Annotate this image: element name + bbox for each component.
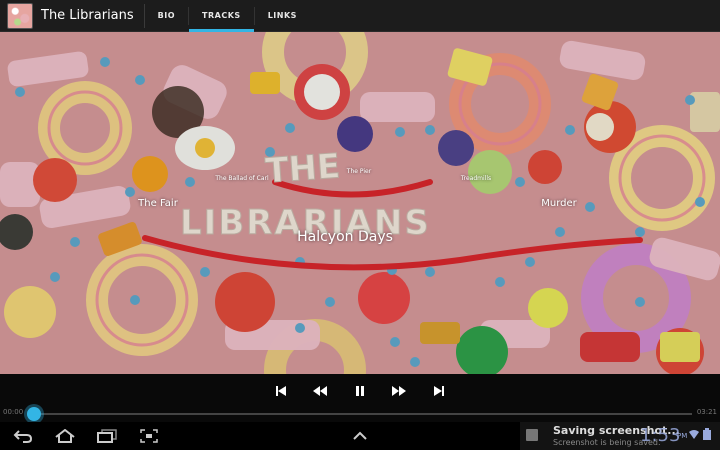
pause-button[interactable] xyxy=(347,380,373,402)
skip-previous-icon xyxy=(276,386,286,396)
action-bar: The Librarians BIO TRACKS LINKS xyxy=(0,0,720,32)
wifi-icon xyxy=(689,430,699,439)
skip-next-button[interactable] xyxy=(426,380,452,402)
skip-next-icon xyxy=(434,386,444,396)
track-halcyon-days[interactable]: Halcyon Days xyxy=(297,229,393,245)
track-the-pier[interactable]: The Pier xyxy=(347,168,371,175)
status-clock: 1:53 xyxy=(640,425,681,446)
home-icon xyxy=(55,429,75,443)
track-murder[interactable]: Murder xyxy=(541,198,577,209)
recent-apps-button[interactable] xyxy=(94,426,120,446)
skip-previous-button[interactable] xyxy=(268,380,294,402)
system-nav-bar: Saving screenshot... Screenshot is being… xyxy=(0,422,720,450)
show-more-button[interactable] xyxy=(350,426,370,446)
fast-forward-button[interactable] xyxy=(386,380,412,402)
album-artwork: THE LIBRARIANS The Ballad of Carl The Pi… xyxy=(0,32,720,374)
player-controls: 00:00 03:21 xyxy=(0,374,720,422)
tab-tracks[interactable]: TRACKS xyxy=(189,0,254,32)
elapsed-time: 00:00 xyxy=(3,408,24,416)
app-title: The Librarians xyxy=(41,8,134,23)
total-time: 03:21 xyxy=(696,408,717,416)
back-button[interactable] xyxy=(10,426,36,446)
home-button[interactable] xyxy=(52,426,78,446)
back-icon xyxy=(13,430,33,443)
seek-bar[interactable] xyxy=(34,413,692,415)
pause-icon xyxy=(356,386,364,396)
status-ampm: PM xyxy=(677,432,688,440)
screenshot-button[interactable] xyxy=(138,426,160,446)
status-icons xyxy=(688,428,711,440)
tab-links[interactable]: LINKS xyxy=(255,0,310,32)
fast-forward-icon xyxy=(392,386,406,396)
up-chevron-icon xyxy=(353,431,367,440)
screenshot-icon xyxy=(140,429,158,443)
rewind-icon xyxy=(313,386,327,396)
track-treadmills[interactable]: Treadmills xyxy=(461,175,491,182)
seek-thumb[interactable] xyxy=(27,407,41,421)
transport-controls xyxy=(0,380,720,402)
recent-apps-icon xyxy=(97,429,117,443)
image-icon xyxy=(526,429,538,441)
rewind-button[interactable] xyxy=(307,380,333,402)
app-icon[interactable] xyxy=(7,2,33,29)
candy-collage-image: THE LIBRARIANS xyxy=(0,32,720,374)
track-the-fair[interactable]: The Fair xyxy=(138,198,178,209)
track-the-ballad-of-carl[interactable]: The Ballad of Carl xyxy=(215,175,268,182)
tab-bio[interactable]: BIO xyxy=(145,0,188,32)
battery-icon xyxy=(703,428,711,440)
